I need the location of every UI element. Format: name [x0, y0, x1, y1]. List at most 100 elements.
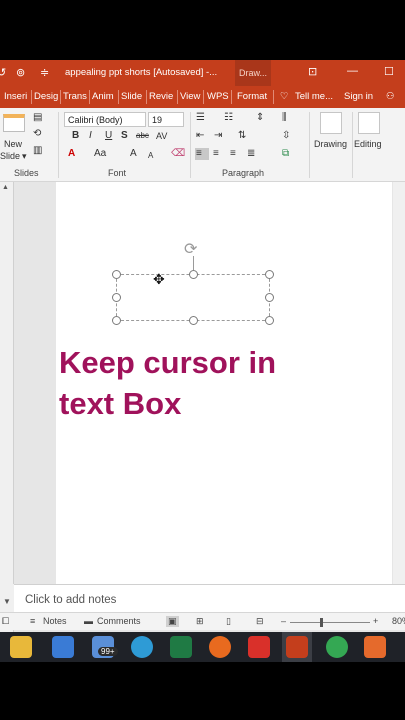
rotate-handle-icon[interactable]: ⟳ — [184, 239, 197, 259]
powerpoint-icon[interactable] — [286, 636, 308, 658]
decrease-font-button[interactable]: A — [148, 150, 153, 162]
slide-title-text[interactable]: Keep cursor in text Box — [59, 342, 276, 424]
resize-handle[interactable] — [265, 316, 274, 325]
chevron-down-icon[interactable]: ▾ — [22, 151, 27, 162]
tab-slideshow[interactable]: Slide — [121, 91, 142, 102]
bullets-icon[interactable]: ☰ — [196, 112, 205, 124]
slide-thumbnail-pane[interactable]: ▲ — [0, 182, 14, 646]
editing-search-icon[interactable] — [358, 112, 380, 134]
tab-format[interactable]: Format — [237, 91, 267, 102]
resize-handle[interactable] — [112, 293, 121, 302]
drawing-icon[interactable] — [320, 112, 342, 134]
resize-handle[interactable] — [265, 270, 274, 279]
text-direction-icon[interactable]: ⇅ — [238, 130, 246, 142]
smartart-icon[interactable]: ⧉ — [282, 148, 289, 160]
line-spacing-icon[interactable]: ⇕ — [256, 112, 264, 124]
character-spacing-button[interactable]: AV — [156, 130, 167, 142]
notes-pane[interactable]: Click to add notes — [14, 584, 405, 612]
align-text-icon[interactable]: ⇳ — [282, 130, 290, 142]
resize-handle[interactable] — [189, 316, 198, 325]
file-explorer-icon[interactable] — [10, 636, 32, 658]
ribbon-display-options-icon[interactable]: ⊡ — [308, 65, 317, 78]
justify-button[interactable]: ≣ — [246, 148, 260, 160]
zoom-level[interactable]: 80% — [392, 616, 405, 626]
presenter-icon[interactable]: ⊚ — [16, 66, 25, 80]
drawing-label[interactable]: Drawing — [314, 139, 347, 149]
comments-toggle[interactable]: Comments — [97, 616, 141, 626]
tab-review[interactable]: Revie — [149, 91, 173, 102]
ribbon-home: New Slide ▾ ▤ ⟲ ▥ Slides Calibri (Body) … — [0, 108, 405, 182]
section-icon[interactable]: ▥ — [33, 145, 42, 157]
resize-handle[interactable] — [112, 270, 121, 279]
undo-icon[interactable]: ↺ — [0, 66, 6, 80]
comments-icon[interactable]: ▬ — [84, 616, 93, 626]
change-case-button[interactable]: Aa — [94, 148, 106, 160]
group-label-paragraph: Paragraph — [222, 168, 265, 178]
zoom-in-button[interactable]: + — [373, 616, 378, 626]
zoom-out-button[interactable]: – — [281, 616, 286, 626]
new-slide-icon[interactable] — [3, 114, 25, 132]
reading-view-icon[interactable]: ▯ — [226, 616, 231, 627]
normal-view-icon[interactable]: ▣ — [166, 616, 179, 627]
slide-sorter-icon[interactable]: ⊞ — [196, 616, 204, 627]
numbering-icon[interactable]: ☷ — [224, 112, 233, 124]
reset-icon[interactable]: ⟲ — [33, 128, 41, 140]
tab-wps[interactable]: WPS — [207, 91, 229, 102]
scroll-up-icon[interactable]: ▲ — [2, 184, 9, 191]
bold-button[interactable]: B — [72, 130, 79, 142]
increase-indent-icon[interactable]: ⇥ — [214, 130, 222, 142]
resize-handle[interactable] — [189, 270, 198, 279]
excel-icon[interactable] — [170, 636, 192, 658]
text-box-placeholder[interactable] — [116, 274, 270, 321]
minimize-button[interactable]: — — [347, 65, 358, 77]
accessibility-icon[interactable]: ⧠ — [2, 616, 9, 627]
slide-canvas[interactable]: ⟳ ✥ Keep cursor in text Box — [56, 182, 392, 584]
resize-handle[interactable] — [265, 293, 274, 302]
tab-insert[interactable]: Inseri — [4, 91, 27, 102]
notes-scroll-down-icon[interactable]: ▼ — [0, 584, 14, 612]
new-slide-label-1[interactable]: New — [4, 139, 22, 149]
presentation-app-icon[interactable] — [364, 636, 386, 658]
new-slide-label-2[interactable]: Slide — [0, 151, 20, 161]
firefox-icon[interactable] — [209, 636, 231, 658]
align-left-button[interactable]: ≡ — [195, 148, 209, 160]
align-right-button[interactable]: ≡ — [229, 148, 243, 160]
notes-toggle[interactable]: Notes — [43, 616, 67, 626]
clear-formatting-icon[interactable]: ⌫ — [171, 148, 185, 160]
sign-in-link[interactable]: Sign in — [344, 91, 373, 102]
editing-label[interactable]: Editing — [354, 139, 382, 149]
increase-font-button[interactable]: A — [130, 148, 137, 160]
columns-icon[interactable]: ⫼ — [282, 112, 287, 124]
chrome-icon[interactable] — [326, 636, 348, 658]
underline-button[interactable]: U — [105, 130, 112, 142]
vertical-scrollbar[interactable] — [393, 182, 405, 584]
zoom-slider-thumb[interactable] — [320, 618, 323, 627]
notes-toggle-icon[interactable]: ≡ — [30, 616, 35, 626]
slideshow-icon[interactable]: ⊟ — [256, 616, 264, 627]
zoom-slider[interactable] — [290, 622, 370, 623]
contextual-tab-drawing[interactable]: Draw... — [235, 60, 271, 86]
tab-design[interactable]: Desig — [34, 91, 58, 102]
font-color-button[interactable]: A — [68, 148, 75, 160]
italic-button[interactable]: I — [89, 130, 92, 142]
tab-transitions[interactable]: Trans — [63, 91, 87, 102]
shadow-button[interactable]: S — [121, 130, 128, 142]
layout-icon[interactable]: ▤ — [33, 112, 42, 124]
wps-icon[interactable] — [248, 636, 270, 658]
font-size-select[interactable]: 19 — [148, 112, 184, 127]
strikethrough-button[interactable]: abc — [136, 130, 149, 142]
tab-view[interactable]: View — [180, 91, 200, 102]
group-divider — [58, 112, 59, 178]
share-icon[interactable]: ⚇ — [386, 91, 395, 102]
font-name-select[interactable]: Calibri (Body) — [64, 112, 146, 127]
notes-placeholder: Click to add notes — [25, 594, 117, 606]
edge-icon[interactable] — [131, 636, 153, 658]
resize-handle[interactable] — [112, 316, 121, 325]
tab-animations[interactable]: Anim — [92, 91, 114, 102]
customize-quick-access-icon[interactable]: ≑ — [40, 66, 49, 80]
align-center-button[interactable]: ≡ — [212, 148, 226, 160]
store-icon[interactable] — [52, 636, 74, 658]
decrease-indent-icon[interactable]: ⇤ — [196, 130, 204, 142]
maximize-button[interactable]: ☐ — [384, 65, 394, 78]
tell-me-search[interactable]: Tell me... — [295, 91, 333, 102]
